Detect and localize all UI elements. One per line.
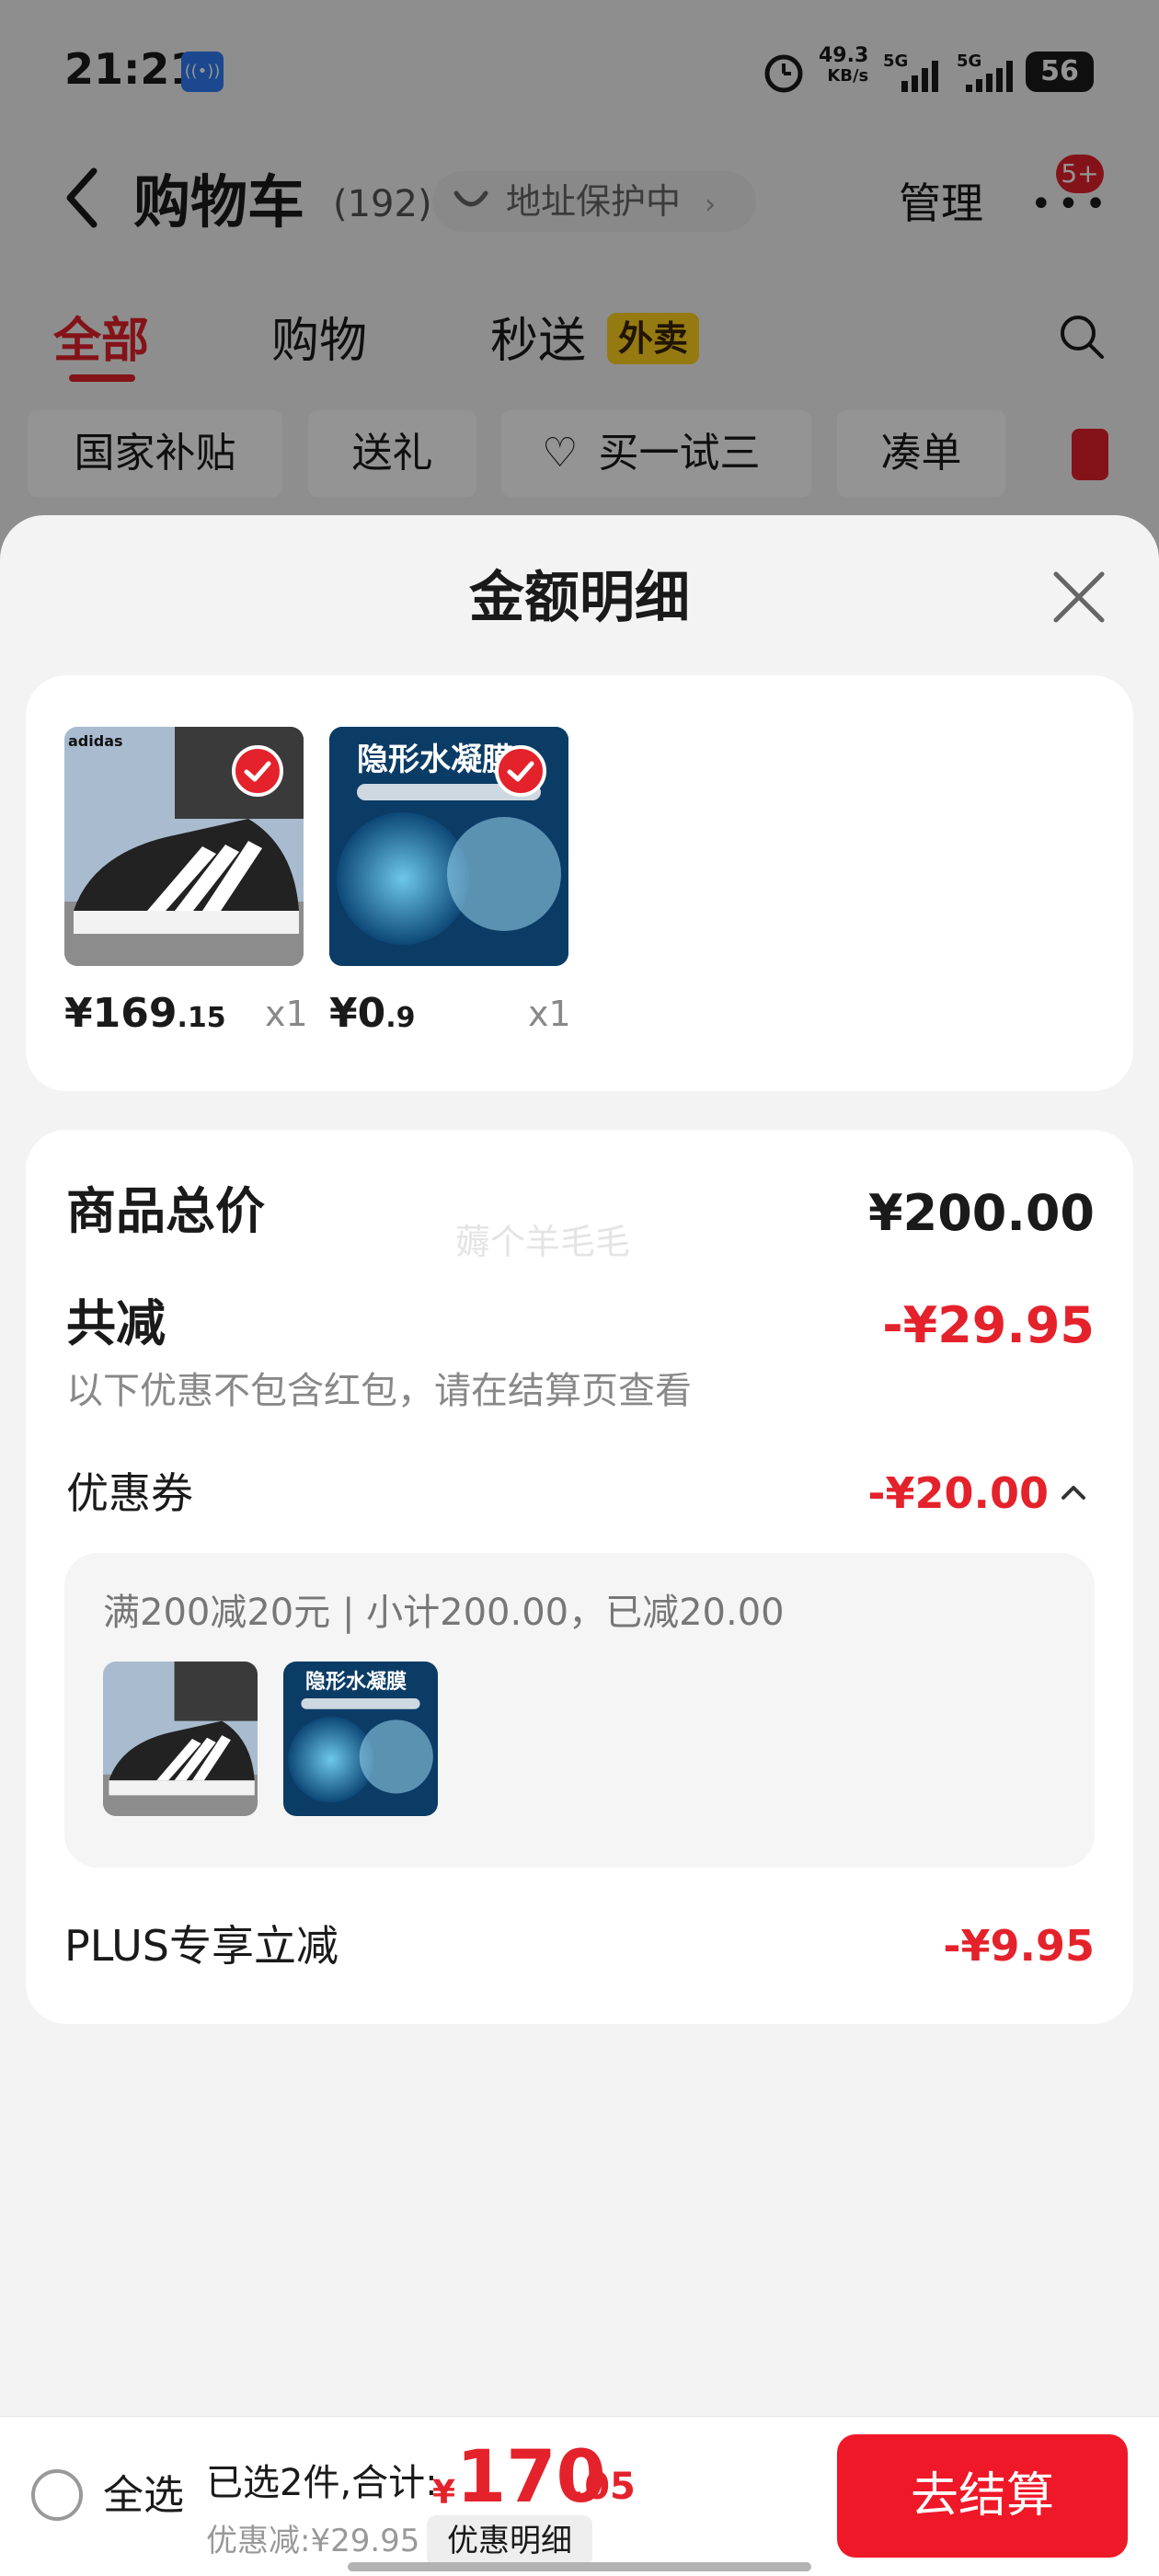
watermark: 薅个羊毛毛: [455, 1222, 631, 1262]
reduce-label: 共减: [66, 1294, 166, 1352]
selected-info: 已选2件,合计:: [206, 2462, 438, 2504]
select-all-label[interactable]: 全选: [103, 2467, 184, 2524]
plus-value: -¥9.95: [943, 1921, 1095, 1971]
product-brand-text: adidas: [68, 732, 123, 750]
chevron-up-icon[interactable]: [1058, 1481, 1089, 1503]
total-label: 商品总价: [66, 1182, 265, 1240]
coupon-value[interactable]: -¥20.00: [736, 1465, 1049, 1522]
price-dec: .15: [177, 1002, 226, 1034]
total-amount-dec: .05: [570, 2466, 636, 2508]
discount-detail-button[interactable]: 优惠明细: [427, 2515, 592, 2567]
home-indicator[interactable]: [348, 2562, 811, 2571]
coupon-product-thumb-film: 隐形水凝膜: [283, 1662, 438, 1816]
total-value: ¥200.00: [868, 1184, 1095, 1242]
select-all-radio[interactable]: [31, 2469, 83, 2521]
selected-check-icon[interactable]: [495, 745, 546, 797]
product-brand-text: 隐形水凝膜: [357, 742, 513, 778]
checkout-button[interactable]: 去结算: [837, 2434, 1128, 2558]
coupon-product-thumb-sneaker: [103, 1662, 258, 1816]
close-icon[interactable]: [1050, 569, 1107, 626]
product-brand-text: 隐形水凝膜: [305, 1671, 407, 1694]
selected-check-icon[interactable]: [232, 745, 283, 797]
product-price: ¥0.9: [329, 986, 416, 1046]
coupon-label: 优惠券: [66, 1468, 193, 1518]
sheet-title: 金额明细: [469, 566, 690, 630]
coupon-detail-text: 满200减20元 | 小计200.00，已减20.00: [103, 1592, 785, 1634]
reduce-value: -¥29.95: [882, 1296, 1095, 1354]
product-qty: x1: [528, 994, 571, 1034]
plus-label: PLUS专享立减: [64, 1921, 339, 1971]
product-price: ¥169.15: [64, 986, 226, 1046]
discount-text: 优惠减:¥29.95: [206, 2523, 420, 2559]
promo-note: 以下优惠不包含红包，请在结算页查看: [66, 1370, 692, 1412]
product-qty: x1: [265, 994, 308, 1034]
price-int: ¥0: [329, 990, 386, 1037]
overlay-dim[interactable]: [0, 0, 1159, 570]
total-currency: ¥: [432, 2474, 456, 2512]
sneaker-thumb: [103, 1662, 258, 1816]
price-dec: .9: [385, 1002, 416, 1034]
price-int: ¥169: [64, 990, 178, 1037]
